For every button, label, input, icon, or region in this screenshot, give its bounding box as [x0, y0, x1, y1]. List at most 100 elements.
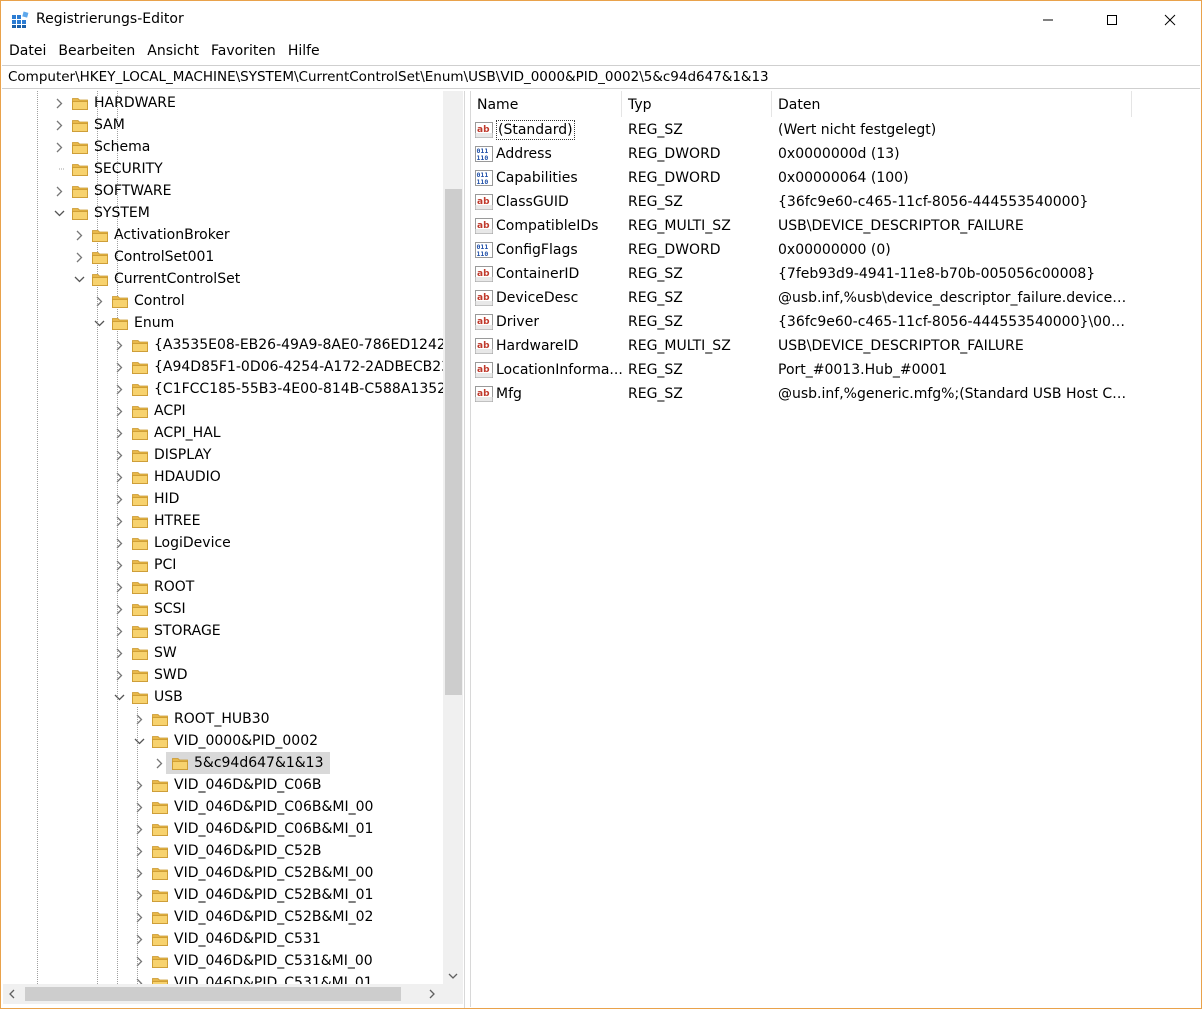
tree-item-content[interactable]: SWD: [126, 664, 194, 686]
minimize-button[interactable]: [1019, 1, 1077, 39]
tree-item-content[interactable]: ControlSet001: [86, 246, 220, 268]
chevron-right-icon[interactable]: [132, 778, 146, 792]
tree-item-content[interactable]: VID_046D&PID_C52B: [146, 840, 327, 862]
tree-item[interactable]: VID_046D&PID_C531&MI_01: [3, 972, 443, 984]
tree-item[interactable]: Schema: [3, 136, 443, 158]
tree-item[interactable]: SW: [3, 642, 443, 664]
chevron-right-icon[interactable]: [112, 404, 126, 418]
menu-ansicht[interactable]: Ansicht: [141, 40, 205, 62]
tree-item-content[interactable]: ACPI_HAL: [126, 422, 227, 444]
chevron-right-icon[interactable]: [132, 822, 146, 836]
chevron-right-icon[interactable]: [132, 844, 146, 858]
chevron-right-icon[interactable]: [112, 580, 126, 594]
chevron-right-icon[interactable]: [112, 646, 126, 660]
value-row[interactable]: ab ClassGUID REG_SZ {36fc9e60-c465-11cf-805…: [471, 190, 1171, 214]
value-row[interactable]: ab HardwareID REG_MULTI_SZ USB\DEVICE_DESCR…: [471, 334, 1171, 358]
column-header-type[interactable]: Typ: [622, 91, 772, 117]
tree-item[interactable]: CurrentControlSet: [3, 268, 443, 290]
chevron-right-icon[interactable]: [52, 140, 66, 154]
value-row[interactable]: 011 110 Capabilities REG_DWORD 0x00000064 (1…: [471, 166, 1171, 190]
tree-item-content[interactable]: VID_0000&PID_0002: [146, 730, 324, 752]
tree-item[interactable]: SECURITY: [3, 158, 443, 180]
tree-item[interactable]: VID_046D&PID_C52B: [3, 840, 443, 862]
chevron-right-icon[interactable]: [112, 448, 126, 462]
tree-item[interactable]: VID_046D&PID_C52B&MI_01: [3, 884, 443, 906]
tree-item[interactable]: HARDWARE: [3, 92, 443, 114]
tree-item-content[interactable]: PCI: [126, 554, 182, 576]
tree-item-content[interactable]: SAM: [66, 114, 131, 136]
chevron-right-icon[interactable]: [112, 558, 126, 572]
tree-item[interactable]: STORAGE: [3, 620, 443, 642]
close-button[interactable]: [1141, 1, 1199, 39]
chevron-right-icon[interactable]: [152, 756, 166, 770]
tree-item-content[interactable]: ROOT: [126, 576, 200, 598]
value-row[interactable]: 011 110 Address REG_DWORD 0x0000000d (13): [471, 142, 1171, 166]
tree-item[interactable]: ActivationBroker: [3, 224, 443, 246]
value-row[interactable]: ab Driver REG_SZ {36fc9e60-c465-11cf-8056-4…: [471, 310, 1171, 334]
chevron-right-icon[interactable]: [112, 426, 126, 440]
chevron-right-icon[interactable]: [112, 492, 126, 506]
tree-item[interactable]: LogiDevice: [3, 532, 443, 554]
tree-item-content[interactable]: Schema: [66, 136, 156, 158]
tree-item[interactable]: ROOT: [3, 576, 443, 598]
tree-item[interactable]: {C1FCC185-55B3-4E00-814B-C588A13525E1}: [3, 378, 443, 400]
tree-item-content[interactable]: ActivationBroker: [86, 224, 236, 246]
chevron-right-icon[interactable]: [72, 250, 86, 264]
tree-item-content[interactable]: Enum: [106, 312, 180, 334]
chevron-right-icon[interactable]: [132, 976, 146, 984]
chevron-right-icon[interactable]: [132, 910, 146, 924]
tree-item[interactable]: HID: [3, 488, 443, 510]
tree-item[interactable]: SCSI: [3, 598, 443, 620]
tree-item[interactable]: SAM: [3, 114, 443, 136]
tree-item-content[interactable]: VID_046D&PID_C06B: [146, 774, 327, 796]
scroll-right-arrow-icon[interactable]: [423, 984, 441, 1004]
tree-item-content[interactable]: VID_046D&PID_C06B&MI_01: [146, 818, 379, 840]
tree-item[interactable]: SYSTEM: [3, 202, 443, 224]
chevron-right-icon[interactable]: [72, 228, 86, 242]
chevron-right-icon[interactable]: [52, 184, 66, 198]
tree-item[interactable]: HDAUDIO: [3, 466, 443, 488]
tree-item[interactable]: SOFTWARE: [3, 180, 443, 202]
tree-item-content[interactable]: VID_046D&PID_C52B&MI_01: [146, 884, 379, 906]
tree-item[interactable]: VID_046D&PID_C06B&MI_01: [3, 818, 443, 840]
tree-item-content[interactable]: 5&c94d647&1&13: [166, 752, 330, 774]
tree-item[interactable]: VID_0000&PID_0002: [3, 730, 443, 752]
tree-item[interactable]: VID_046D&PID_C531&MI_00: [3, 950, 443, 972]
tree-item[interactable]: ACPI_HAL: [3, 422, 443, 444]
chevron-right-icon[interactable]: [112, 470, 126, 484]
chevron-right-icon[interactable]: [132, 800, 146, 814]
tree-item[interactable]: VID_046D&PID_C531: [3, 928, 443, 950]
chevron-right-icon[interactable]: [112, 668, 126, 682]
value-row[interactable]: ab (Standard) REG_SZ (Wert nicht festgelegt…: [471, 118, 1171, 142]
tree-item-content[interactable]: Control: [106, 290, 191, 312]
value-row[interactable]: ab LocationInforma... REG_SZ Port_#0013.Hub…: [471, 358, 1171, 382]
address-bar[interactable]: Computer\HKEY_LOCAL_MACHINE\SYSTEM\Curre…: [2, 65, 1200, 89]
chevron-down-icon[interactable]: [72, 272, 86, 286]
tree-item[interactable]: VID_046D&PID_C06B: [3, 774, 443, 796]
tree-item[interactable]: Control: [3, 290, 443, 312]
tree-horizontal-scrollbar[interactable]: [3, 984, 443, 1004]
tree-item-content[interactable]: USB: [126, 686, 189, 708]
chevron-right-icon[interactable]: [112, 536, 126, 550]
tree-item[interactable]: SWD: [3, 664, 443, 686]
tree-item-content[interactable]: HARDWARE: [66, 92, 182, 114]
tree-item-content[interactable]: ROOT_HUB30: [146, 708, 276, 730]
chevron-down-icon[interactable]: [112, 690, 126, 704]
tree-item[interactable]: ControlSet001: [3, 246, 443, 268]
value-row[interactable]: ab CompatibleIDs REG_MULTI_SZ USB\DEVICE_DE…: [471, 214, 1171, 238]
tree-item-content[interactable]: VID_046D&PID_C06B&MI_00: [146, 796, 379, 818]
chevron-right-icon[interactable]: [52, 118, 66, 132]
chevron-down-icon[interactable]: [92, 316, 106, 330]
chevron-right-icon[interactable]: [112, 382, 126, 396]
tree-horizontal-scroll-thumb[interactable]: [25, 987, 401, 1001]
tree-item-content[interactable]: HTREE: [126, 510, 207, 532]
value-row[interactable]: 011 110 ConfigFlags REG_DWORD 0x00000000 (0): [471, 238, 1171, 262]
scroll-down-arrow-icon[interactable]: [443, 967, 463, 984]
tree-item-content[interactable]: {C1FCC185-55B3-4E00-814B-C588A13525E1}: [126, 378, 443, 400]
title-bar[interactable]: Registrierungs-Editor: [1, 1, 1201, 39]
chevron-right-icon[interactable]: [132, 866, 146, 880]
menu-datei[interactable]: Datei: [3, 40, 52, 62]
menu-bearbeiten[interactable]: Bearbeiten: [52, 40, 141, 62]
chevron-right-icon[interactable]: [92, 294, 106, 308]
chevron-down-icon[interactable]: [132, 734, 146, 748]
